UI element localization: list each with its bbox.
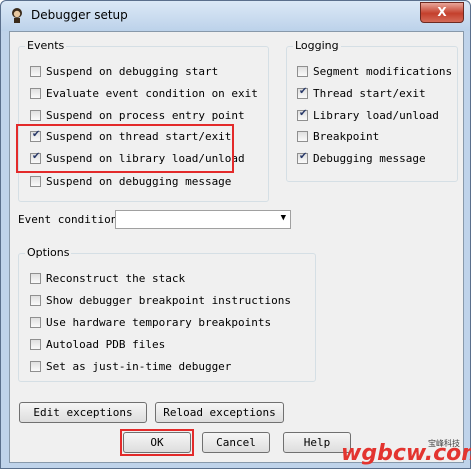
checkbox-box[interactable] xyxy=(297,65,308,77)
ok-highlight-box xyxy=(120,429,194,456)
options-group-label: Options xyxy=(25,246,72,259)
checkbox-reconstruct-stack[interactable]: Reconstruct the stack xyxy=(30,270,185,286)
window-title: Debugger setup xyxy=(31,8,128,22)
checkbox-label: Show debugger breakpoint instructions xyxy=(46,293,292,307)
checkbox-evaluate-event-condition[interactable]: Evaluate event condition on exit xyxy=(30,85,258,101)
checkbox-label: Debugging message xyxy=(313,151,426,165)
checkbox-label: Reconstruct the stack xyxy=(46,271,186,285)
checkbox-box[interactable] xyxy=(30,294,41,306)
events-group-label: Events xyxy=(25,39,67,52)
checkbox-log-thread-start-exit[interactable]: Thread start/exit xyxy=(297,85,426,101)
checkbox-box[interactable] xyxy=(30,109,41,121)
reload-exceptions-button[interactable]: Reload exceptions xyxy=(155,402,284,423)
dialog-body: Events Suspend on debugging start Evalua… xyxy=(9,31,464,463)
checkbox-box[interactable] xyxy=(297,86,308,99)
checkbox-label: Evaluate event condition on exit xyxy=(46,86,258,100)
checkbox-log-debugging-message[interactable]: Debugging message xyxy=(297,150,426,166)
checkbox-label: Suspend on process entry point xyxy=(46,108,245,122)
checkbox-hardware-temp-breakpoints[interactable]: Use hardware temporary breakpoints xyxy=(30,314,271,330)
checkbox-suspend-debugging-message[interactable]: Suspend on debugging message xyxy=(30,173,231,189)
checkbox-label: Segment modifications xyxy=(313,64,453,78)
checkbox-box[interactable] xyxy=(297,130,308,142)
checkbox-box[interactable] xyxy=(30,175,41,187)
checkbox-box[interactable] xyxy=(30,272,41,284)
title-bar[interactable]: Debugger setup X xyxy=(1,1,470,31)
checkbox-label: Breakpoint xyxy=(313,129,380,143)
checkbox-box[interactable] xyxy=(30,65,41,77)
checkbox-suspend-process-entry[interactable]: Suspend on process entry point xyxy=(30,107,245,123)
checkbox-box[interactable] xyxy=(297,151,308,164)
checkbox-box[interactable] xyxy=(30,360,41,372)
checkbox-label: Suspend on debugging message xyxy=(46,174,232,188)
checkbox-label: Use hardware temporary breakpoints xyxy=(46,315,272,329)
checkbox-box[interactable] xyxy=(30,316,41,328)
debugger-setup-window: Debugger setup X Events Suspend on debug… xyxy=(0,0,471,469)
watermark-subtext: 宝峰科技 xyxy=(428,439,460,448)
checkbox-jit-debugger[interactable]: Set as just-in-time debugger xyxy=(30,358,231,374)
checkbox-label: Autoload PDB files xyxy=(46,337,166,351)
checkbox-label: Suspend on debugging start xyxy=(46,64,219,78)
dropdown-arrow-icon[interactable]: ▼ xyxy=(281,213,286,223)
checkbox-box[interactable] xyxy=(297,108,308,121)
logging-group-label: Logging xyxy=(293,39,341,52)
checkbox-box[interactable] xyxy=(30,338,41,350)
checkbox-box[interactable] xyxy=(30,87,41,99)
checkbox-show-breakpoint-instructions[interactable]: Show debugger breakpoint instructions xyxy=(30,292,291,308)
checkbox-label: Thread start/exit xyxy=(313,86,426,100)
checkbox-log-segment-modifications[interactable]: Segment modifications xyxy=(297,63,452,79)
ida-app-icon xyxy=(12,8,22,23)
event-condition-label: Event condition xyxy=(18,213,118,226)
checkbox-label: Library load/unload xyxy=(313,108,439,122)
close-button[interactable]: X xyxy=(420,2,464,23)
checkbox-log-library-load-unload[interactable]: Library load/unload xyxy=(297,107,439,123)
checkbox-label: Set as just-in-time debugger xyxy=(46,359,232,373)
checkbox-autoload-pdb[interactable]: Autoload PDB files xyxy=(30,336,165,352)
checkbox-log-breakpoint[interactable]: Breakpoint xyxy=(297,128,379,144)
edit-exceptions-button[interactable]: Edit exceptions xyxy=(19,402,147,423)
highlight-box xyxy=(16,124,234,173)
event-condition-dropdown[interactable]: ▼ xyxy=(115,210,291,229)
cancel-button[interactable]: Cancel xyxy=(202,432,270,453)
checkbox-suspend-debugging-start[interactable]: Suspend on debugging start xyxy=(30,63,218,79)
